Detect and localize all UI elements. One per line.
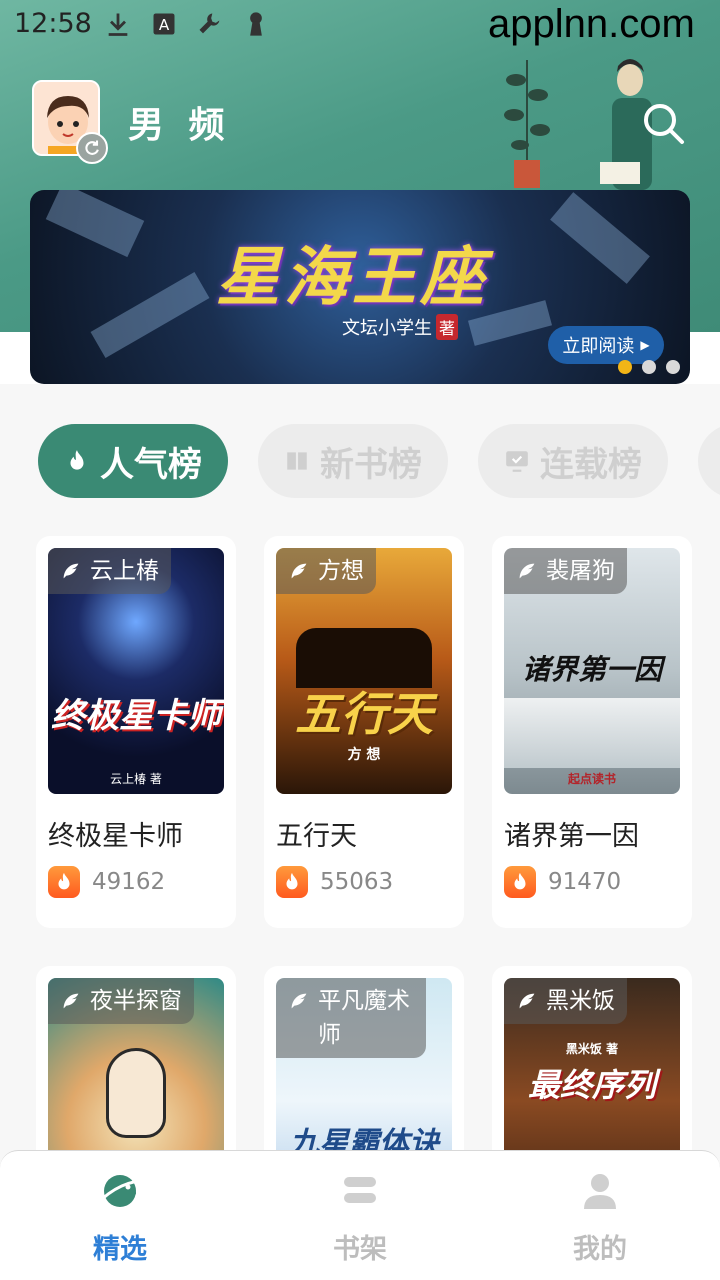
status-time: 12:58: [14, 8, 92, 39]
banner-shard: [550, 192, 650, 284]
heat-count: 49162: [92, 869, 166, 895]
download-icon: [108, 13, 128, 36]
author-tag: 平凡魔术师: [276, 978, 426, 1058]
book-title: 诸界第一因: [504, 821, 639, 852]
cover-badge: 起点读书: [567, 772, 616, 786]
banner-dot[interactable]: [618, 360, 632, 374]
nav-profile[interactable]: 我的: [540, 1169, 660, 1269]
cover-title: 诸界第一因: [521, 653, 662, 686]
banner-author-name: 文坛小学生: [342, 318, 432, 339]
wrench-icon: [199, 13, 220, 34]
cover-figure: [106, 1048, 166, 1138]
cover-author: 云上椿 著: [110, 772, 162, 786]
nav-featured[interactable]: 精选: [60, 1169, 180, 1269]
banner-shard: [45, 190, 145, 258]
nav-bookshelf[interactable]: 书架: [300, 1169, 420, 1269]
tab-label: 新书榜: [320, 444, 422, 485]
refresh-icon: [85, 140, 99, 155]
monitor-icon: [506, 451, 528, 472]
nav-label: 我的: [573, 1234, 627, 1265]
feather-icon: [519, 563, 535, 579]
banner-pagination: [618, 360, 680, 374]
banner-dot[interactable]: [666, 360, 680, 374]
book-cover: 诸界第一因 起点读书 裴屠狗: [504, 548, 680, 794]
author-tag: 云上椿: [48, 548, 171, 594]
banner-author-mark: 著: [436, 314, 459, 340]
heat-flame-icon: [48, 866, 80, 898]
heat-flame-icon: [276, 866, 308, 898]
banner-title: 星海王座: [216, 241, 488, 315]
status-icons: A: [104, 10, 270, 38]
read-now-label: 立即阅读: [562, 336, 635, 357]
book-card[interactable]: 夜半探窗: [36, 966, 236, 1224]
nav-label: 书架: [333, 1234, 387, 1265]
tab-label: 人气榜: [100, 444, 202, 485]
watermark: applnn.com: [488, 2, 695, 46]
author-name: 平凡魔术师: [318, 988, 410, 1048]
book-card[interactable]: 诸界第一因 起点读书 裴屠狗 诸界第一因 91470: [492, 536, 692, 928]
rank-tabs: 人气榜 新书榜 连载榜: [38, 424, 720, 500]
tab-more[interactable]: [698, 424, 720, 498]
a-box-icon: A: [153, 13, 175, 35]
feather-icon: [291, 993, 307, 1009]
book-title: 终极星卡师: [48, 821, 183, 852]
banner-dot[interactable]: [642, 360, 656, 374]
author-tag: 黑米饭: [504, 978, 627, 1024]
search-icon[interactable]: [640, 100, 686, 146]
author-tag: 裴屠狗: [504, 548, 627, 594]
cover-title: 终极星卡师: [51, 696, 221, 736]
cover-author: 黑米饭 著: [565, 1042, 619, 1056]
featured-banner[interactable]: 星海王座 文坛小学生著 立即阅读 ▶: [30, 190, 690, 384]
svg-text:A: A: [159, 16, 170, 34]
book-card[interactable]: 五行天 方 想 方想 五行天 55063: [264, 536, 464, 928]
switch-channel-button[interactable]: [76, 132, 108, 164]
cover-title: 最终序列: [527, 1066, 656, 1104]
keyhole-icon: [250, 12, 262, 36]
heat-score: 49162: [48, 866, 165, 898]
tab-popular[interactable]: 人气榜: [38, 424, 228, 498]
flame-icon: [70, 450, 84, 470]
cover-author: 方 想: [347, 747, 381, 763]
author-name: 黑米饭: [546, 988, 615, 1014]
heat-flame-icon: [504, 866, 536, 898]
plant-illustration: [504, 60, 550, 188]
heat-score: 55063: [276, 866, 393, 898]
banner-author: 文坛小学生著: [342, 314, 459, 340]
channel-title[interactable]: 男 频: [128, 96, 231, 148]
author-name: 云上椿: [90, 558, 159, 584]
book-card[interactable]: 终极星卡师 云上椿 著 云上椿 终极星卡师 49162: [36, 536, 236, 928]
cover-title: 五行天: [295, 687, 433, 741]
author-tag: 方想: [276, 548, 376, 594]
cover-clouds: [504, 698, 680, 768]
heat-count: 91470: [548, 869, 622, 895]
bookshelf-icon: [344, 1177, 376, 1203]
read-now-button[interactable]: 立即阅读 ▶: [548, 326, 664, 364]
heat-score: 91470: [504, 866, 621, 898]
heat-count: 55063: [320, 869, 394, 895]
bottom-nav: 精选 书架 我的: [0, 1150, 720, 1280]
tab-new-books[interactable]: 新书榜: [258, 424, 448, 498]
author-name: 裴屠狗: [546, 558, 615, 584]
tab-serial[interactable]: 连载榜: [478, 424, 668, 498]
planet-icon: [101, 1175, 141, 1207]
tab-label: 连载榜: [540, 444, 642, 485]
book-icon: [287, 452, 307, 470]
book-card[interactable]: 九星霸体诀 平凡魔术师: [264, 966, 464, 1224]
author-name: 方想: [318, 558, 364, 584]
user-icon: [584, 1174, 616, 1209]
play-arrow-icon: ▶: [640, 338, 650, 352]
author-tag: 夜半探窗: [48, 978, 194, 1024]
book-card[interactable]: 黑米饭 著 最终序列 黑米饭: [492, 966, 692, 1224]
author-name: 夜半探窗: [90, 988, 182, 1014]
feather-icon: [291, 563, 307, 579]
status-bar: 12:58 A applnn.com: [0, 0, 720, 52]
nav-label: 精选: [93, 1234, 147, 1265]
banner-shard: [90, 272, 210, 358]
feather-icon: [519, 993, 535, 1009]
feather-icon: [63, 563, 79, 579]
book-cover: 五行天 方 想 方想: [276, 548, 452, 794]
book-cover: 终极星卡师 云上椿 著 云上椿: [48, 548, 224, 794]
feather-icon: [63, 993, 79, 1009]
book-title: 五行天: [276, 821, 357, 852]
